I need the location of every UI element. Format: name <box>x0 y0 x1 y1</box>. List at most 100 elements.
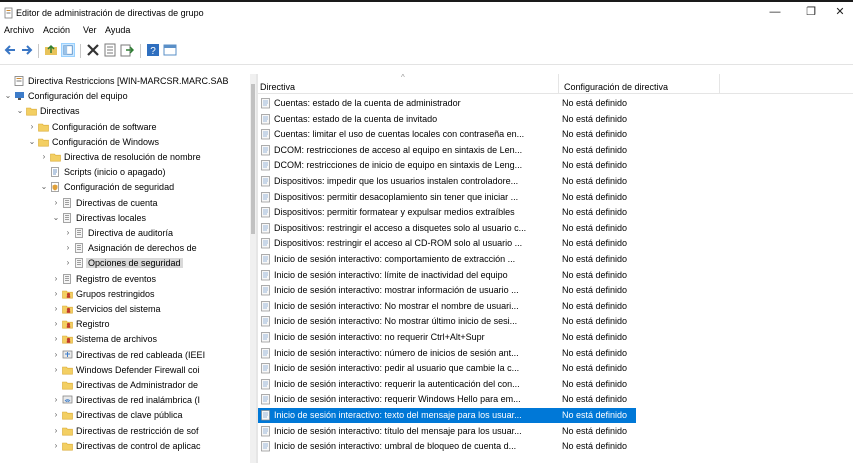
forward-icon[interactable] <box>20 43 34 57</box>
policy-row[interactable]: Inicio de sesión interactivo: texto del … <box>258 408 636 423</box>
policy-row[interactable]: Inicio de sesión interactivo: límite de … <box>258 268 853 283</box>
collapse-chevron-icon[interactable]: ⌄ <box>52 213 60 223</box>
tree-node[interactable]: › Registro <box>0 317 250 332</box>
tree-node-label: Directivas de control de aplicac <box>76 440 201 451</box>
tree-node[interactable]: › Grupos restringidos <box>0 287 250 302</box>
delete-icon[interactable] <box>86 43 100 57</box>
tree-scrollbar-thumb[interactable] <box>251 84 255 234</box>
menu-ayuda[interactable]: Ayuda <box>105 25 130 35</box>
expand-chevron-icon[interactable]: › <box>52 395 60 405</box>
tree-node[interactable]: › Asignación de derechos de <box>0 241 250 256</box>
menu-ver[interactable]: Ver <box>83 25 97 35</box>
tree-node[interactable]: Scripts (inicio o apagado) <box>0 165 250 180</box>
column-header-directiva[interactable]: Directiva <box>260 82 295 92</box>
policy-name: Inicio de sesión interactivo: requerir W… <box>274 394 521 405</box>
expand-chevron-icon[interactable]: › <box>64 243 72 253</box>
tree-node[interactable]: › Directivas de red inalámbrica (I <box>0 393 250 408</box>
policy-row[interactable]: Inicio de sesión interactivo: No mostrar… <box>258 299 853 314</box>
expand-chevron-icon[interactable]: › <box>52 319 60 329</box>
policy-row[interactable]: Inicio de sesión interactivo: mostrar in… <box>258 283 853 298</box>
maximize-button[interactable]: ❐ <box>804 5 818 19</box>
expand-chevron-icon[interactable]: › <box>64 258 72 268</box>
collapse-chevron-icon[interactable]: ⌄ <box>4 91 12 101</box>
export-list-icon[interactable] <box>120 43 134 57</box>
policy-row[interactable]: Inicio de sesión interactivo: umbral de … <box>258 439 853 454</box>
tree-node[interactable]: ⌄ Directivas <box>0 104 250 119</box>
policy-setting-value: No está definido <box>562 160 628 171</box>
tree-node[interactable]: › Directivas de clave pública <box>0 408 250 423</box>
tree-node[interactable]: Directiva Restriccions [WIN-MARCSR.MARC.… <box>0 74 250 89</box>
policy-row[interactable]: Cuentas: limitar el uso de cuentas local… <box>258 127 853 142</box>
policy-row[interactable]: Dispositivos: restringir el acceso a dis… <box>258 221 853 236</box>
close-button[interactable]: ✕ <box>833 5 847 19</box>
expand-chevron-icon[interactable]: › <box>52 441 60 451</box>
policy-row[interactable]: Dispositivos: permitir desacoplamiento s… <box>258 190 853 205</box>
expand-chevron-icon[interactable]: › <box>52 365 60 375</box>
policy-row[interactable]: Inicio de sesión interactivo: título del… <box>258 424 853 439</box>
tree-node[interactable]: › Directivas de restricción de sof <box>0 424 250 439</box>
tree-node[interactable]: › Opciones de seguridad <box>0 256 250 271</box>
policy-row[interactable]: Inicio de sesión interactivo: requerir l… <box>258 377 853 392</box>
expand-chevron-icon[interactable]: › <box>52 334 60 344</box>
tree-node[interactable]: › Directiva de auditoría <box>0 226 250 241</box>
collapse-chevron-icon[interactable]: ⌄ <box>16 106 24 116</box>
tree-node[interactable]: › Configuración de software <box>0 120 250 135</box>
show-hide-tree-icon[interactable] <box>61 43 75 57</box>
menu-archivo[interactable]: Archivo <box>4 25 34 35</box>
tree-node[interactable]: › Directivas de control de aplicac <box>0 439 250 454</box>
policy-row[interactable]: Inicio de sesión interactivo: comportami… <box>258 252 853 267</box>
column-divider[interactable] <box>719 74 720 94</box>
tree-node[interactable]: › Directivas de cuenta <box>0 196 250 211</box>
view-icon[interactable] <box>163 43 177 57</box>
tree-node-label: Directivas de restricción de sof <box>76 425 199 436</box>
tree-node-label: Directivas locales <box>76 212 147 223</box>
expand-chevron-icon[interactable]: › <box>28 122 36 132</box>
expand-chevron-icon[interactable]: › <box>52 198 60 208</box>
help-icon[interactable]: ? <box>146 43 160 57</box>
tree-node[interactable]: ⌄ Configuración de Windows <box>0 135 250 150</box>
policy-row[interactable]: Dispositivos: restringir el acceso al CD… <box>258 236 853 251</box>
policy-row[interactable]: Dispositivos: permitir formatear y expul… <box>258 205 853 220</box>
policy-row[interactable]: DCOM: restricciones de acceso al equipo … <box>258 143 853 158</box>
column-header-configuracion[interactable]: Configuración de directiva <box>564 82 668 92</box>
policy-row[interactable]: Inicio de sesión interactivo: no requeri… <box>258 330 853 345</box>
expand-chevron-icon[interactable]: › <box>40 152 48 162</box>
tree-node[interactable]: › Windows Defender Firewall coi <box>0 363 250 378</box>
collapse-chevron-icon[interactable]: ⌄ <box>28 137 36 147</box>
policy-setting-icon <box>261 129 270 140</box>
policy-row[interactable]: DCOM: restricciones de inicio de equipo … <box>258 158 853 173</box>
tree-node[interactable]: › Directivas de red cableada (IEEI <box>0 348 250 363</box>
expand-chevron-icon[interactable]: › <box>52 350 60 360</box>
policy-row[interactable]: Dispositivos: impedir que los usuarios i… <box>258 174 853 189</box>
policy-name: Inicio de sesión interactivo: número de … <box>274 347 519 358</box>
policy-row[interactable]: Inicio de sesión interactivo: número de … <box>258 346 853 361</box>
tree-node[interactable]: › Registro de eventos <box>0 272 250 287</box>
back-icon[interactable] <box>3 43 17 57</box>
tree-node[interactable]: › Sistema de archivos <box>0 332 250 347</box>
policy-row[interactable]: Inicio de sesión interactivo: No mostrar… <box>258 314 853 329</box>
tree-node[interactable]: › Directiva de resolución de nombre <box>0 150 250 165</box>
tree-node[interactable]: ⌄ Directivas locales <box>0 211 250 226</box>
expand-chevron-icon[interactable]: › <box>52 304 60 314</box>
tree-node-label: Configuración de Windows <box>52 136 160 147</box>
policy-row[interactable]: Cuentas: estado de la cuenta de invitado… <box>258 112 853 127</box>
column-divider[interactable] <box>558 74 559 94</box>
expand-chevron-icon[interactable]: › <box>64 228 72 238</box>
tree-node[interactable]: ⌄ Configuración del equipo <box>0 89 250 104</box>
tree-node[interactable]: › Servicios del sistema <box>0 302 250 317</box>
policy-setting-value: No está definido <box>562 347 628 358</box>
expand-chevron-icon[interactable]: › <box>52 426 60 436</box>
expand-chevron-icon[interactable]: › <box>52 410 60 420</box>
properties-icon[interactable] <box>103 43 117 57</box>
minimize-button[interactable]: — <box>768 5 782 19</box>
collapse-chevron-icon[interactable]: ⌄ <box>40 182 48 192</box>
menu-accion[interactable]: Acción <box>43 25 70 35</box>
policy-row[interactable]: Inicio de sesión interactivo: requerir W… <box>258 392 853 407</box>
tree-node[interactable]: ⌄ Configuración de seguridad <box>0 180 250 195</box>
tree-node[interactable]: Directivas de Administrador de <box>0 378 250 393</box>
policy-row[interactable]: Cuentas: estado de la cuenta de administ… <box>258 96 853 111</box>
expand-chevron-icon[interactable]: › <box>52 289 60 299</box>
expand-chevron-icon[interactable]: › <box>52 274 60 284</box>
policy-row[interactable]: Inicio de sesión interactivo: pedir al u… <box>258 361 853 376</box>
up-folder-icon[interactable] <box>44 43 58 57</box>
